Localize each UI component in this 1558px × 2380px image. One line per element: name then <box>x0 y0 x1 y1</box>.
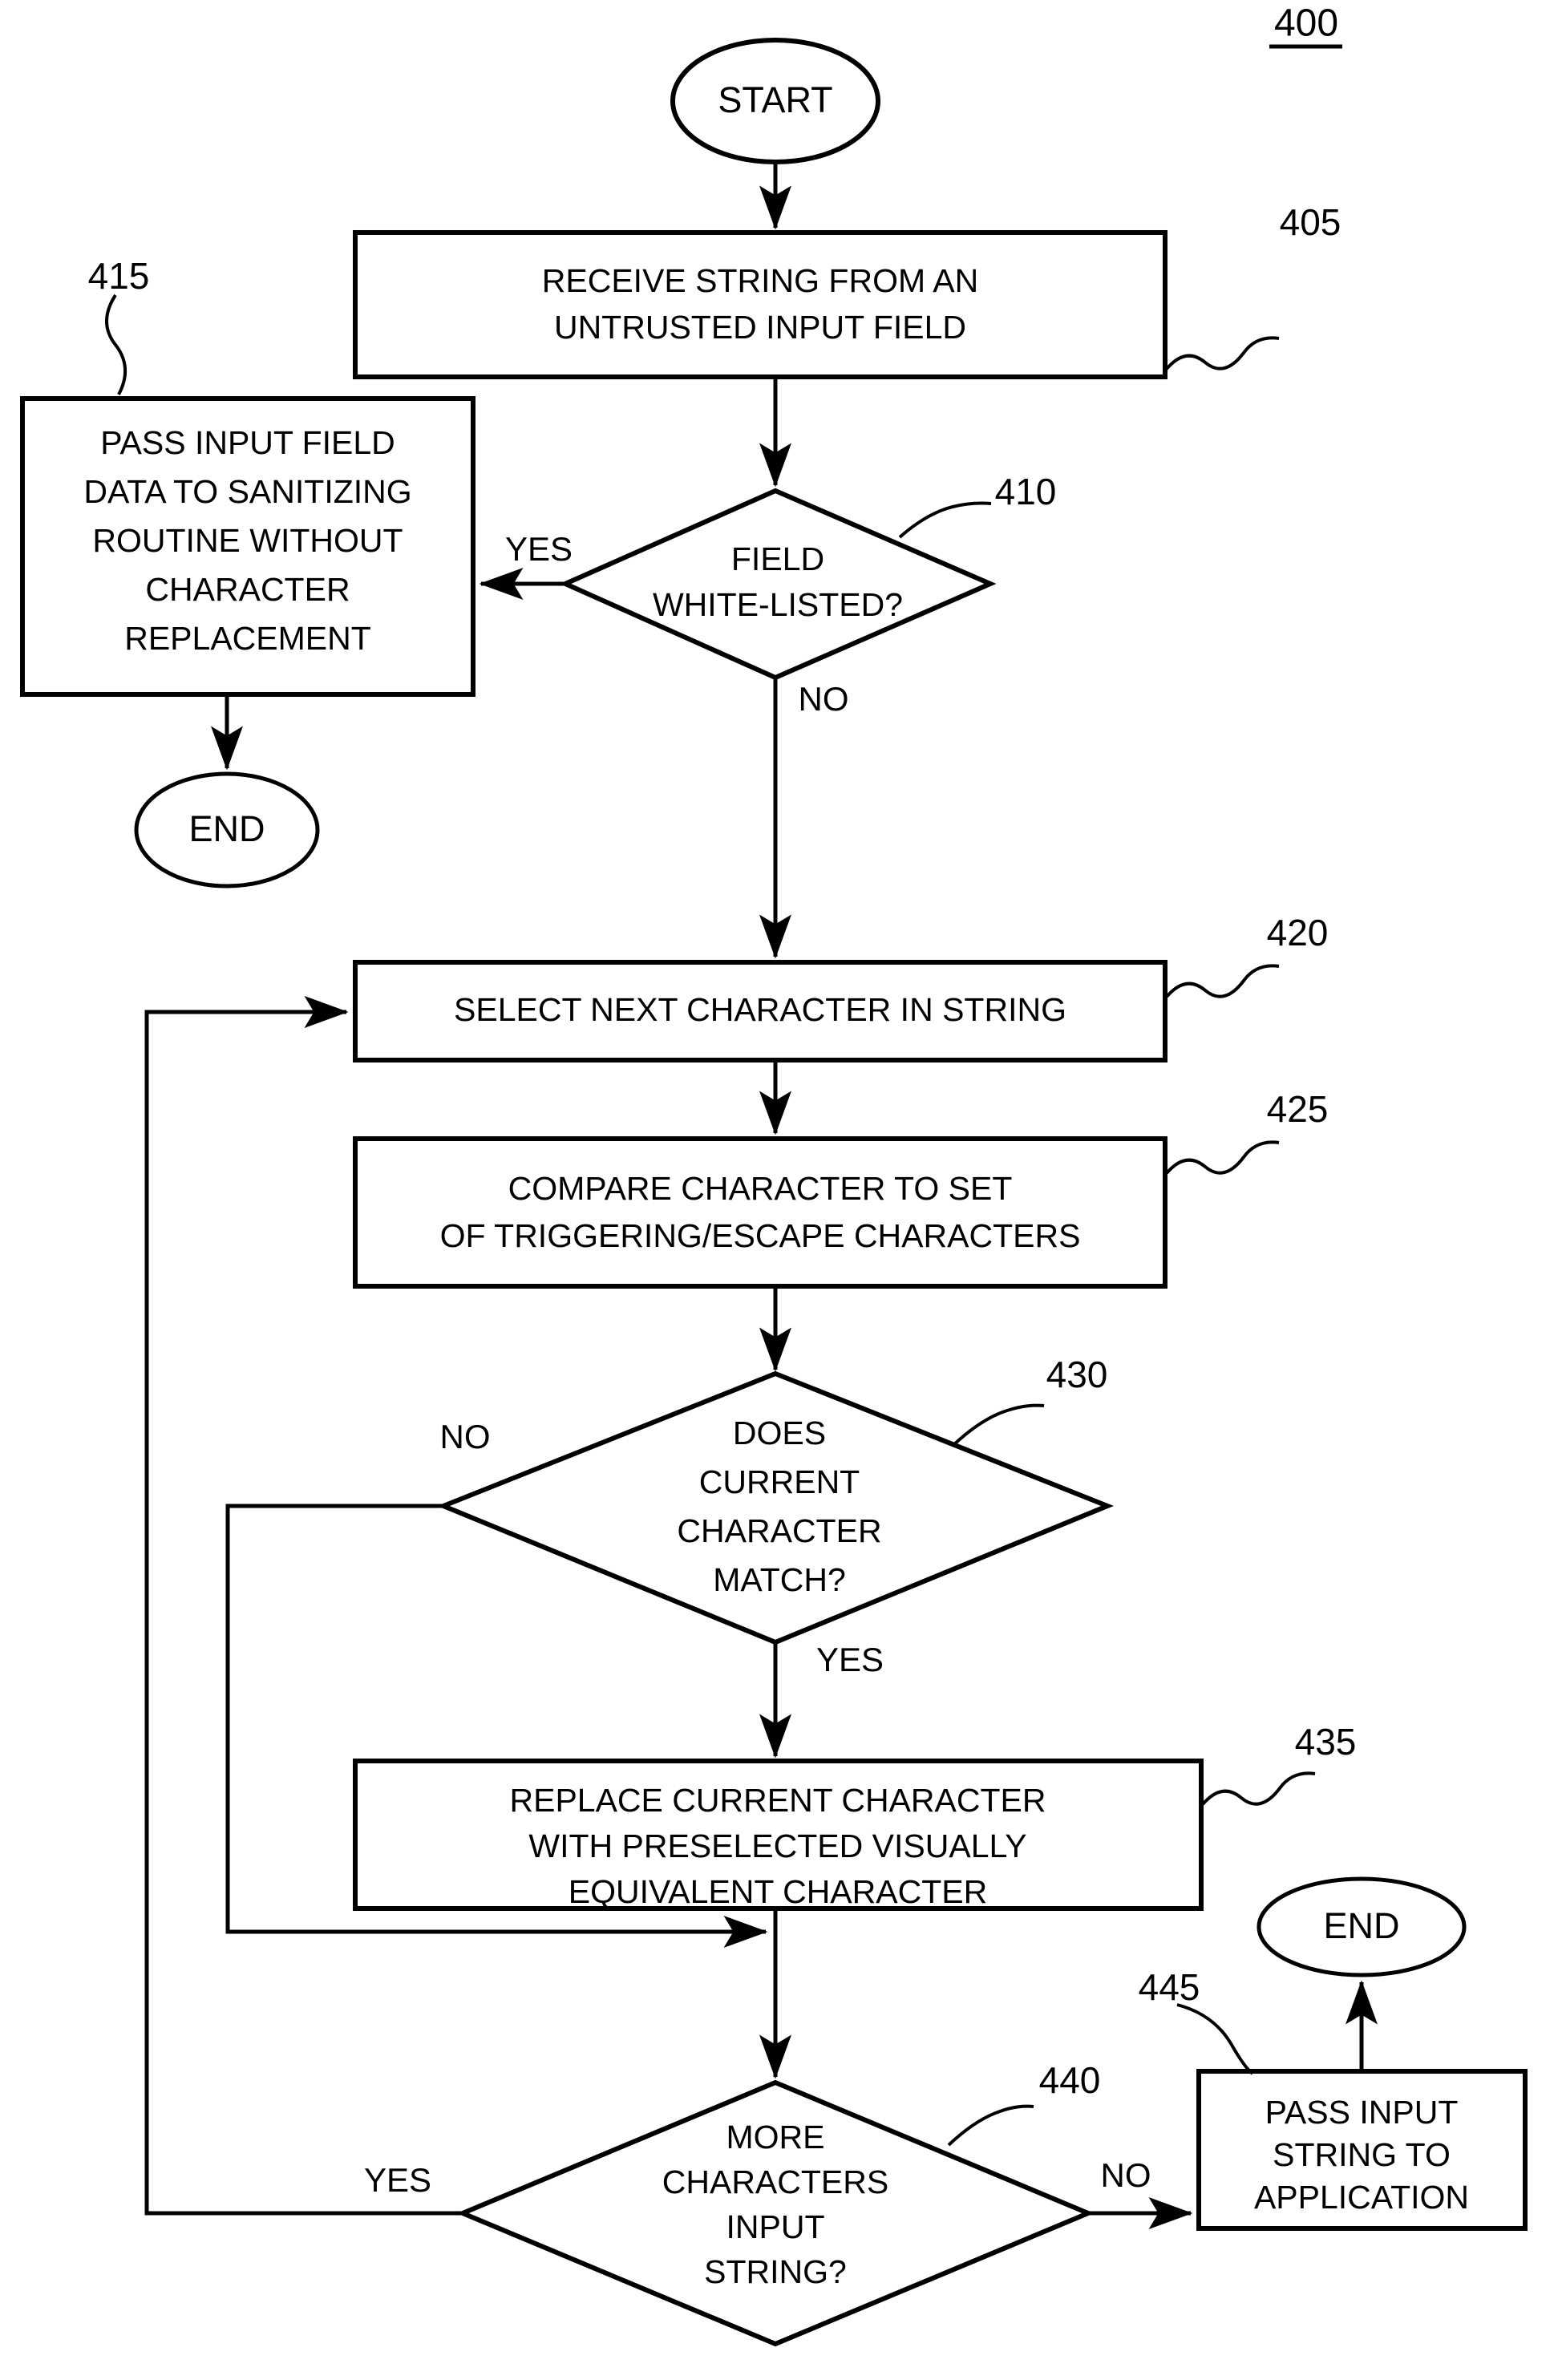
decision-410-line-2: WHITE-LISTED? <box>653 586 903 623</box>
reference-numeral-445: 445 <box>1139 1966 1200 2008</box>
decision-440-line-2: CHARACTERS <box>662 2163 888 2200</box>
leader-line-405 <box>1165 336 1280 370</box>
decision-430-line-4: MATCH? <box>713 1561 846 1598</box>
process-405[interactable] <box>353 230 1167 379</box>
process-435-line-2: WITH PRESELECTED VISUALLY <box>528 1828 1026 1864</box>
process-415-line-1: PASS INPUT FIELD <box>100 424 395 461</box>
reference-numeral-410: 410 <box>995 471 1057 512</box>
process-415-line-2: DATA TO SANITIZING <box>83 473 411 510</box>
reference-numeral-435: 435 <box>1295 1721 1357 1763</box>
process-445-line-2: STRING TO <box>1273 2136 1451 2173</box>
leader-line-440 <box>947 2104 1034 2147</box>
reference-numeral-405: 405 <box>1280 201 1341 243</box>
process-425-line-2: OF TRIGGERING/ESCAPE CHARACTERS <box>440 1217 1081 1254</box>
reference-numeral-420: 420 <box>1267 912 1329 953</box>
decision-440-line-3: INPUT <box>726 2208 825 2245</box>
branch-label-410-no: NO <box>799 680 849 718</box>
terminator-end-left-label: END <box>188 808 265 849</box>
process-435-line-1: REPLACE CURRENT CHARACTER <box>509 1782 1046 1819</box>
leader-line-435 <box>1201 1771 1316 1806</box>
branch-label-430-yes: YES <box>816 1641 884 1678</box>
process-435-line-3: EQUIVALENT CHARACTER <box>569 1873 987 1910</box>
process-445-line-1: PASS INPUT <box>1265 2094 1459 2131</box>
branch-label-440-yes: YES <box>364 2161 431 2199</box>
process-420-line-1: SELECT NEXT CHARACTER IN STRING <box>454 991 1066 1028</box>
leader-line-430 <box>951 1403 1045 1447</box>
process-415-line-3: ROUTINE WITHOUT <box>92 522 403 559</box>
reference-numeral-425: 425 <box>1267 1088 1329 1130</box>
leader-line-420 <box>1165 964 1280 998</box>
flowchart-page: START RECEIVE STRING FROM AN UNTRUSTED I… <box>0 0 1558 2380</box>
reference-numeral-415: 415 <box>88 255 150 297</box>
process-415-line-4: CHARACTER <box>145 571 350 608</box>
terminator-start-label: START <box>718 79 832 120</box>
process-415-line-5: REPLACEMENT <box>124 620 371 657</box>
reference-numeral-430: 430 <box>1046 1354 1108 1395</box>
process-425-line-1: COMPARE CHARACTER TO SET <box>508 1170 1013 1207</box>
terminator-end-right-label: END <box>1323 1905 1399 1946</box>
branch-label-440-no: NO <box>1101 2156 1151 2194</box>
leader-line-445 <box>1176 2003 1254 2075</box>
leader-line-410 <box>898 501 992 539</box>
decision-410-line-1: FIELD <box>731 540 824 577</box>
flowchart-canvas: START RECEIVE STRING FROM AN UNTRUSTED I… <box>20 2 1528 2347</box>
process-445-line-3: APPLICATION <box>1254 2179 1469 2216</box>
process-405-line-1: RECEIVE STRING FROM AN <box>542 262 978 299</box>
branch-label-410-yes: YES <box>505 530 573 568</box>
decision-430-line-3: CHARACTER <box>677 1512 881 1549</box>
decision-440-line-4: STRING? <box>704 2253 847 2290</box>
decision-440-line-1: MORE <box>726 2119 825 2155</box>
decision-430-line-2: CURRENT <box>699 1463 860 1500</box>
reference-numeral-440: 440 <box>1039 2059 1101 2101</box>
figure-number: 400 <box>1274 2 1338 45</box>
branch-label-430-no: NO <box>440 1418 491 1455</box>
leader-line-415 <box>105 293 127 395</box>
process-425[interactable] <box>353 1136 1167 1289</box>
process-405-line-2: UNTRUSTED INPUT FIELD <box>554 309 966 346</box>
leader-line-425 <box>1165 1140 1280 1175</box>
decision-430-line-1: DOES <box>733 1415 826 1451</box>
